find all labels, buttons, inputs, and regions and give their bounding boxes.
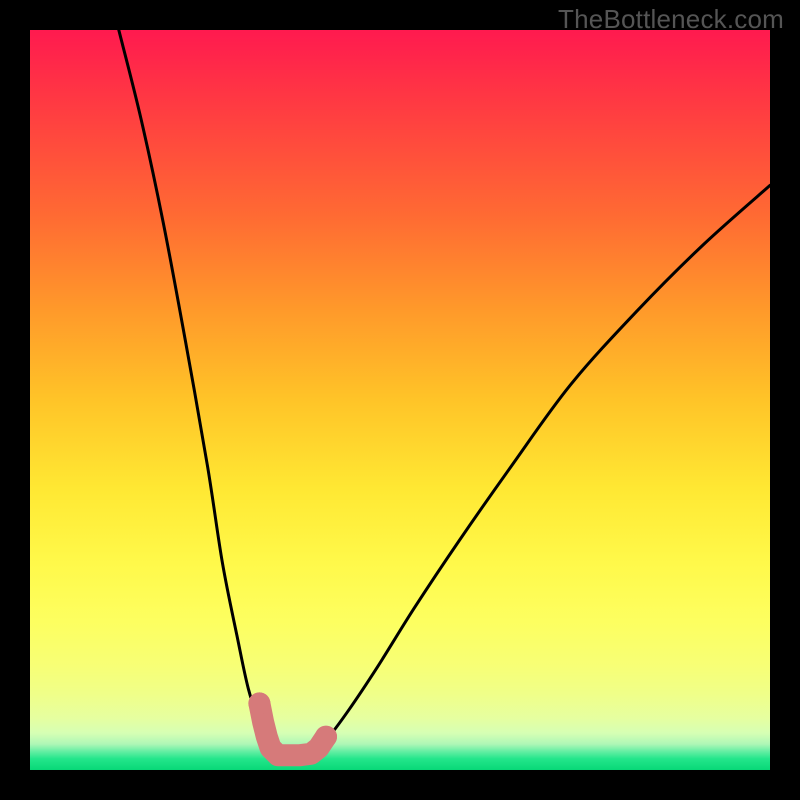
highlight-cap	[315, 726, 337, 748]
highlight-cap	[248, 692, 270, 714]
curve-left-branch	[119, 30, 282, 755]
watermark-text: TheBottleneck.com	[558, 4, 784, 35]
curve-right-branch	[311, 185, 770, 755]
curve-layer	[30, 30, 770, 770]
chart-container: TheBottleneck.com	[0, 0, 800, 800]
highlight-stroke	[259, 703, 326, 755]
marker-cluster	[248, 692, 337, 755]
plot-area	[30, 30, 770, 770]
